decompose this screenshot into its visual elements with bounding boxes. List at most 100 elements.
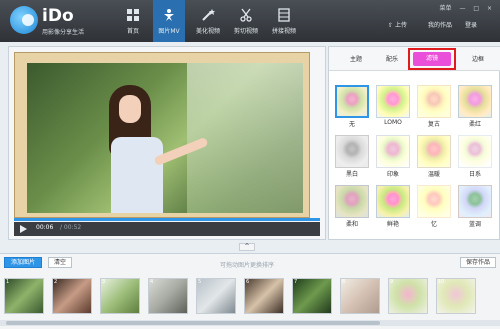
filter-thumbnail (335, 135, 369, 168)
star-figure-icon (164, 9, 174, 21)
nav-join-label: 拼接视频 (271, 28, 296, 35)
clear-button[interactable]: 清空 (48, 257, 72, 268)
thumbnail-number: 6 (246, 279, 250, 285)
filter-thumbnail (417, 85, 451, 118)
window-controls: 菜单 — □ × (434, 3, 492, 12)
thumbnail[interactable]: 5 (196, 278, 236, 314)
thumbnail[interactable]: 1 (4, 278, 44, 314)
minimize-icon[interactable]: — (459, 5, 465, 12)
upload-icon: ⇧ (388, 22, 394, 29)
photo-frame (14, 52, 310, 218)
thumbnail[interactable]: 10 (436, 278, 476, 314)
thumbnail-number: 7 (294, 279, 298, 285)
filter-label: 日系 (468, 171, 481, 178)
filter-thumbnail (458, 85, 492, 118)
tab-theme[interactable]: 主题 (341, 54, 371, 63)
nav-cut-label: 剪切视频 (233, 28, 258, 35)
filter-label: 印象 (386, 171, 399, 178)
filter-black-white[interactable]: 黑白 (335, 135, 369, 178)
thumbnail[interactable]: 6 (244, 278, 284, 314)
collapse-toggle[interactable]: ^ (239, 243, 255, 251)
scissors-icon (240, 8, 252, 22)
filter-warm[interactable]: 温暖 (417, 135, 451, 178)
filter-thumbnail (376, 85, 410, 118)
thumbnail-number: 9 (390, 279, 394, 285)
nav-beautify-video[interactable]: 美化视频 (190, 0, 226, 42)
thumbnail-number: 4 (150, 279, 154, 285)
menu-button[interactable]: 菜单 (440, 5, 452, 12)
player-controls: 00:06 / 00:52 (14, 222, 320, 236)
scrollbar-thumb[interactable] (6, 321, 380, 325)
filter-label: 鲜艳 (386, 221, 399, 228)
seek-bar[interactable] (14, 218, 320, 221)
upload-button[interactable]: ⇧ 上传 (388, 20, 407, 29)
preview-image (27, 63, 303, 213)
my-works-link[interactable]: 我的作品 (428, 20, 452, 29)
filter-thumbnail (376, 185, 410, 218)
play-icon[interactable] (20, 225, 27, 233)
image-subject-face (119, 95, 141, 123)
thumbnail[interactable]: 3 (100, 278, 140, 314)
thumbnail-number: 1 (6, 279, 10, 285)
horizontal-scrollbar[interactable] (0, 320, 500, 326)
filter-label: LOMO (384, 119, 402, 126)
filter-none[interactable]: 无 (335, 85, 369, 128)
filter-thumbnail (417, 185, 451, 218)
nav-cut-video[interactable]: 剪切视频 (228, 0, 264, 42)
image-subject-body (111, 137, 163, 213)
thumbnail-strip: 1 2 3 4 5 6 7 8 9 10 (4, 278, 496, 316)
filter-thumbnail (458, 185, 492, 218)
thumbnail[interactable]: 8 (340, 278, 380, 314)
filter-label: 蓝调 (468, 221, 481, 228)
preview-panel: 00:06 / 00:52 (8, 46, 326, 240)
filter-memory[interactable]: 忆 (417, 185, 451, 228)
logo-dot (22, 14, 34, 26)
nav-photo-mv[interactable]: 图片MV (153, 0, 185, 42)
save-works-button[interactable]: 保存作品 (460, 257, 496, 268)
filter-label: 黑白 (345, 171, 358, 178)
tab-border[interactable]: 边框 (463, 54, 493, 63)
filter-thumbnail (376, 135, 410, 168)
nav-photo-mv-label: 图片MV (158, 28, 180, 35)
add-image-button[interactable]: 添加图片 (4, 257, 42, 268)
thumbnail-number: 10 (438, 279, 445, 285)
close-icon[interactable]: × (487, 5, 492, 12)
filter-japanese[interactable]: 日系 (458, 135, 492, 178)
nav-join-video[interactable]: 拼接视频 (266, 0, 302, 42)
top-bar: iDo 用影像分享生活 首页 图片MV 美化视频 剪切视频 拼接视频 菜单 — … (0, 0, 500, 42)
filter-thumbnail (335, 185, 369, 218)
thumbnail-number: 5 (198, 279, 202, 285)
filter-soft-red[interactable]: 柔红 (458, 85, 492, 128)
total-time: / 00:52 (60, 224, 82, 231)
grid-icon (127, 9, 139, 21)
thumbnail[interactable]: 9 (388, 278, 428, 314)
film-icon (278, 8, 290, 22)
thumbnail[interactable]: 7 (292, 278, 332, 314)
chevron-up-icon: ^ (244, 243, 250, 250)
tab-music[interactable]: 配乐 (377, 54, 407, 63)
filter-vivid[interactable]: 鲜艳 (376, 185, 410, 228)
filter-impression[interactable]: 印象 (376, 135, 410, 178)
app-logo (10, 6, 38, 34)
login-link[interactable]: 登录 (465, 20, 477, 29)
filter-thumbnail (458, 135, 492, 168)
filter-label: 复古 (427, 121, 440, 128)
filter-lomo[interactable]: LOMO (376, 85, 410, 127)
filter-blue[interactable]: 蓝调 (458, 185, 492, 228)
filter-label: 无 (348, 121, 355, 128)
app-slogan: 用影像分享生活 (42, 29, 85, 36)
thumbnail-number: 8 (342, 279, 346, 285)
filter-soft[interactable]: 柔和 (335, 185, 369, 228)
thumbnail[interactable]: 2 (52, 278, 92, 314)
filter-retro[interactable]: 复古 (417, 85, 451, 128)
filter-label: 柔红 (468, 121, 481, 128)
reorder-hint: 可拖动图片更换排序 (220, 262, 275, 269)
thumbnail[interactable]: 4 (148, 278, 188, 314)
nav-home[interactable]: 首页 (115, 0, 151, 42)
maximize-icon[interactable]: □ (473, 5, 479, 12)
current-time: 00:06 (36, 224, 54, 231)
thumbnail-number: 3 (102, 279, 106, 285)
upload-label: 上传 (394, 22, 407, 29)
nav-beautify-label: 美化视频 (195, 28, 220, 35)
filter-thumbnail (335, 85, 369, 118)
